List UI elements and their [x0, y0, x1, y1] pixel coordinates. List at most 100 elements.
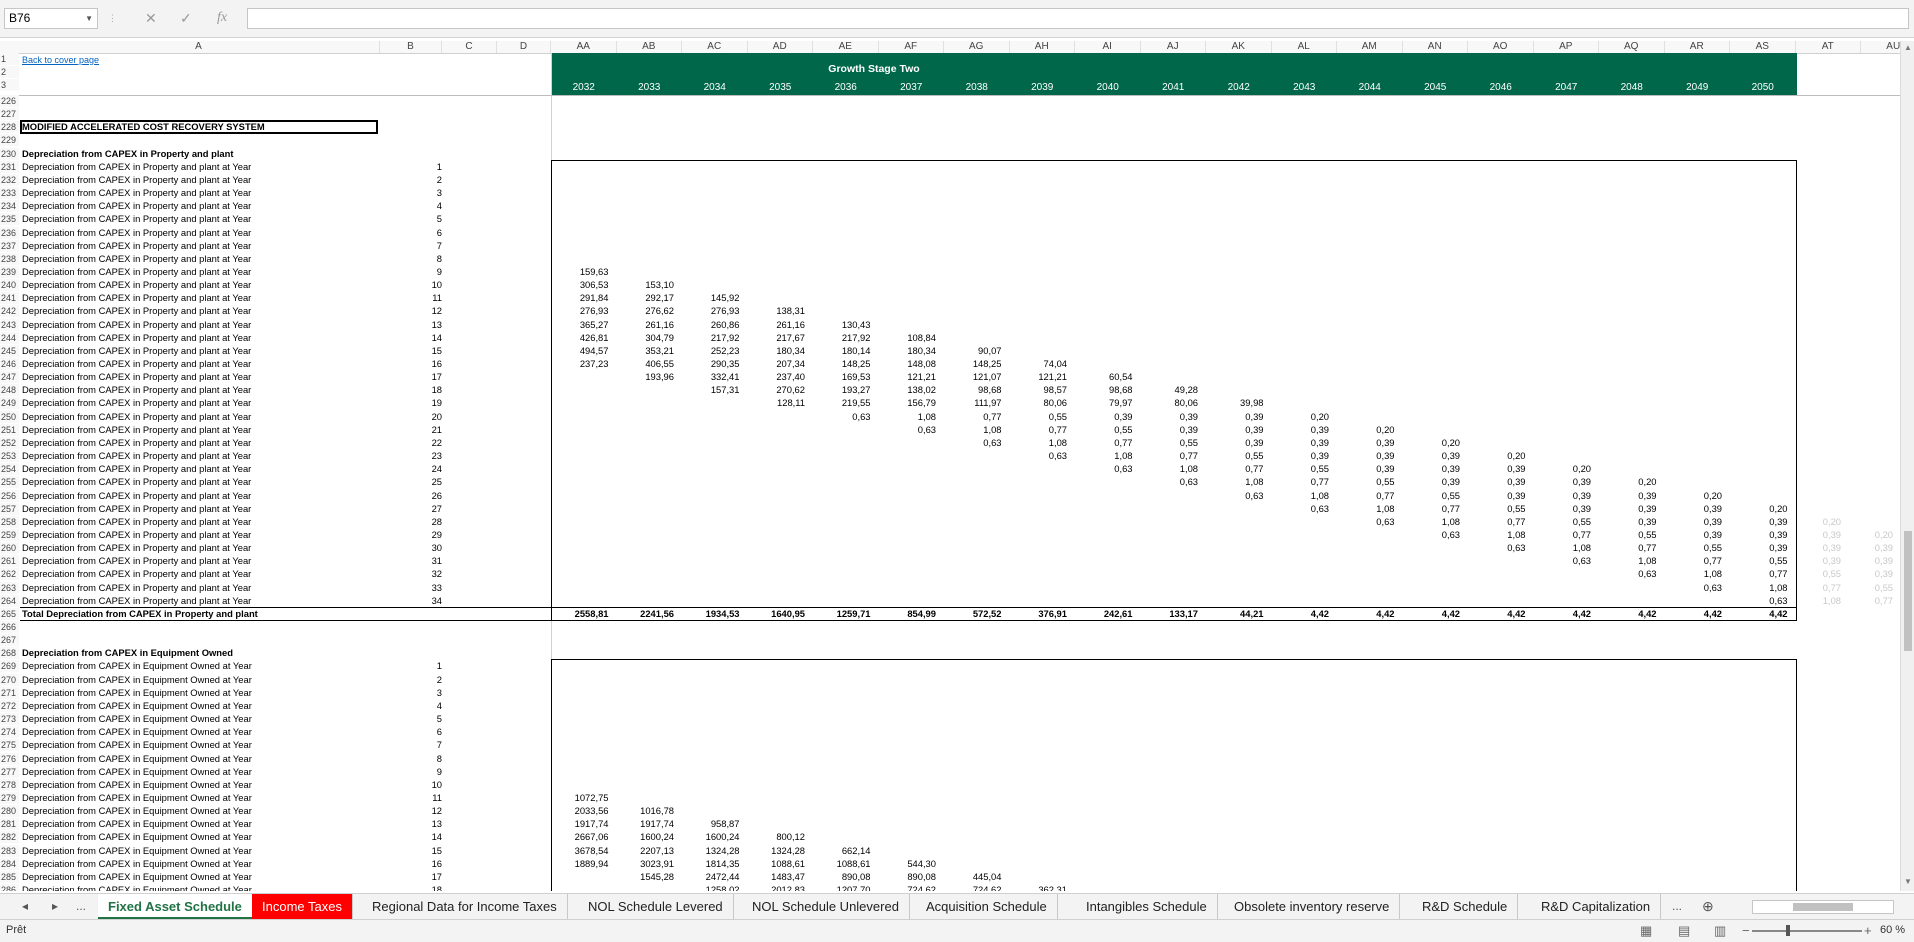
column-header-al[interactable]: AL	[1272, 41, 1337, 53]
value-cell[interactable]: 39,98	[1206, 397, 1263, 409]
row-number[interactable]: 266	[0, 621, 19, 633]
year-index-cell[interactable]: 32	[380, 568, 442, 580]
value-cell[interactable]: 2207,13	[617, 845, 674, 857]
value-cell[interactable]: 1,08	[1468, 529, 1525, 541]
row-number[interactable]: 269	[0, 660, 19, 673]
value-cell[interactable]: 0,39	[1730, 542, 1787, 554]
value-cell[interactable]: 0,39	[1468, 463, 1525, 475]
value-cell[interactable]: 0,55	[1730, 555, 1787, 567]
zoom-in-icon[interactable]: +	[1864, 923, 1872, 938]
row-number[interactable]: 263	[0, 581, 19, 594]
value-cell[interactable]: 193,96	[617, 371, 674, 383]
value-cell[interactable]: 0,20	[1849, 529, 1893, 541]
year-index-cell[interactable]: 2	[380, 174, 442, 186]
vertical-scroll-thumb[interactable]	[1904, 531, 1912, 651]
total-value-cell[interactable]: 133,17	[1141, 608, 1198, 620]
value-cell[interactable]: 1207,70	[813, 884, 871, 891]
vertical-scrollbar[interactable]: ▲ ▼	[1900, 41, 1914, 891]
sheet-tab[interactable]: Acquisition Schedule	[916, 894, 1058, 919]
value-cell[interactable]: 292,17	[617, 292, 674, 304]
year-index-cell[interactable]: 12	[380, 805, 442, 817]
row-number[interactable]: 235	[0, 213, 19, 226]
row-number[interactable]: 3	[0, 79, 19, 91]
add-sheet-icon[interactable]: ⊕	[1702, 894, 1714, 919]
column-header-an[interactable]: AN	[1403, 41, 1468, 53]
sheet-tab[interactable]: Fixed Asset Schedule	[98, 894, 253, 919]
column-header-as[interactable]: AS	[1730, 41, 1796, 53]
value-cell[interactable]: 0,39	[1797, 555, 1841, 567]
name-box[interactable]: B76 ▼	[4, 8, 98, 29]
row-number[interactable]: 262	[0, 568, 19, 581]
value-cell[interactable]: 237,23	[551, 358, 609, 370]
value-cell[interactable]: 1324,28	[748, 845, 805, 857]
value-cell[interactable]: 958,87	[682, 818, 740, 830]
horizontal-scroll-thumb[interactable]	[1793, 903, 1853, 911]
value-cell[interactable]: 0,39	[1272, 437, 1329, 449]
year-index-cell[interactable]: 14	[380, 831, 442, 843]
value-cell[interactable]: 0,39	[1272, 450, 1329, 462]
value-cell[interactable]: 0,55	[1534, 516, 1591, 528]
row-number[interactable]: 278	[0, 778, 19, 791]
value-cell[interactable]: 1,08	[1010, 437, 1067, 449]
value-cell[interactable]: 290,35	[682, 358, 740, 370]
sheet-tab[interactable]: R&D Schedule	[1412, 894, 1519, 919]
value-cell[interactable]: 0,20	[1665, 490, 1722, 502]
value-cell[interactable]: 365,27	[551, 319, 609, 331]
value-cell[interactable]: 0,55	[1599, 529, 1656, 541]
row-number[interactable]: 249	[0, 397, 19, 410]
total-value-cell[interactable]: 4,42	[1468, 608, 1525, 620]
row-number[interactable]: 264	[0, 594, 19, 607]
row-number[interactable]: 226	[0, 95, 19, 107]
value-cell[interactable]: 724,62	[944, 884, 1002, 891]
value-cell[interactable]: 169,53	[813, 371, 871, 383]
value-cell[interactable]: 0,39	[1534, 503, 1591, 515]
value-cell[interactable]: 0,63	[1206, 490, 1263, 502]
value-cell[interactable]: 0,55	[1075, 424, 1132, 436]
column-header-b[interactable]: B	[380, 41, 442, 53]
value-cell[interactable]: 0,77	[1141, 450, 1198, 462]
value-cell[interactable]: 0,20	[1730, 503, 1787, 515]
sheet-tab[interactable]: Income Taxes	[252, 894, 353, 919]
value-cell[interactable]: 1917,74	[617, 818, 674, 830]
chevron-down-icon[interactable]: ▼	[85, 9, 93, 28]
row-number[interactable]: 257	[0, 502, 19, 515]
value-cell[interactable]: 217,92	[813, 332, 871, 344]
value-cell[interactable]: 1,08	[944, 424, 1001, 436]
row-number[interactable]: 227	[0, 108, 19, 121]
value-cell[interactable]: 2472,44	[682, 871, 740, 883]
year-index-cell[interactable]: 12	[380, 305, 442, 317]
value-cell[interactable]: 0,63	[1337, 516, 1394, 528]
value-cell[interactable]: 0,39	[1599, 490, 1656, 502]
column-header-a[interactable]: A	[18, 41, 380, 53]
year-index-cell[interactable]: 29	[380, 529, 442, 541]
value-cell[interactable]: 0,63	[879, 424, 936, 436]
row-number[interactable]: 284	[0, 857, 19, 870]
total-value-cell[interactable]: 4,42	[1730, 608, 1787, 620]
value-cell[interactable]: 0,55	[1337, 476, 1394, 488]
row-number[interactable]: 245	[0, 344, 19, 357]
value-cell[interactable]: 252,23	[682, 345, 740, 357]
value-cell[interactable]: 362,31	[1010, 884, 1067, 891]
value-cell[interactable]: 0,20	[1272, 411, 1329, 423]
value-cell[interactable]: 724,62	[879, 884, 936, 891]
insert-function-icon[interactable]: fx	[217, 8, 227, 28]
value-cell[interactable]: 0,77	[1849, 595, 1893, 607]
year-index-cell[interactable]: 16	[380, 858, 442, 870]
horizontal-scrollbar[interactable]	[1752, 900, 1894, 914]
value-cell[interactable]: 544,30	[879, 858, 936, 870]
value-cell[interactable]: 0,39	[1797, 542, 1841, 554]
total-value-cell[interactable]: 1640,95	[748, 608, 805, 620]
value-cell[interactable]: 276,62	[617, 305, 674, 317]
value-cell[interactable]: 1016,78	[617, 805, 674, 817]
value-cell[interactable]: 0,63	[1403, 529, 1460, 541]
year-index-cell[interactable]: 26	[380, 490, 442, 502]
value-cell[interactable]: 332,41	[682, 371, 740, 383]
row-number[interactable]: 248	[0, 384, 19, 397]
value-cell[interactable]: 0,20	[1403, 437, 1460, 449]
value-cell[interactable]: 157,31	[682, 384, 740, 396]
value-cell[interactable]: 1600,24	[682, 831, 740, 843]
tab-overflow-left[interactable]: ...	[76, 894, 86, 919]
value-cell[interactable]: 0,39	[1534, 490, 1591, 502]
value-cell[interactable]: 0,39	[1797, 529, 1841, 541]
value-cell[interactable]: 111,97	[944, 397, 1001, 409]
